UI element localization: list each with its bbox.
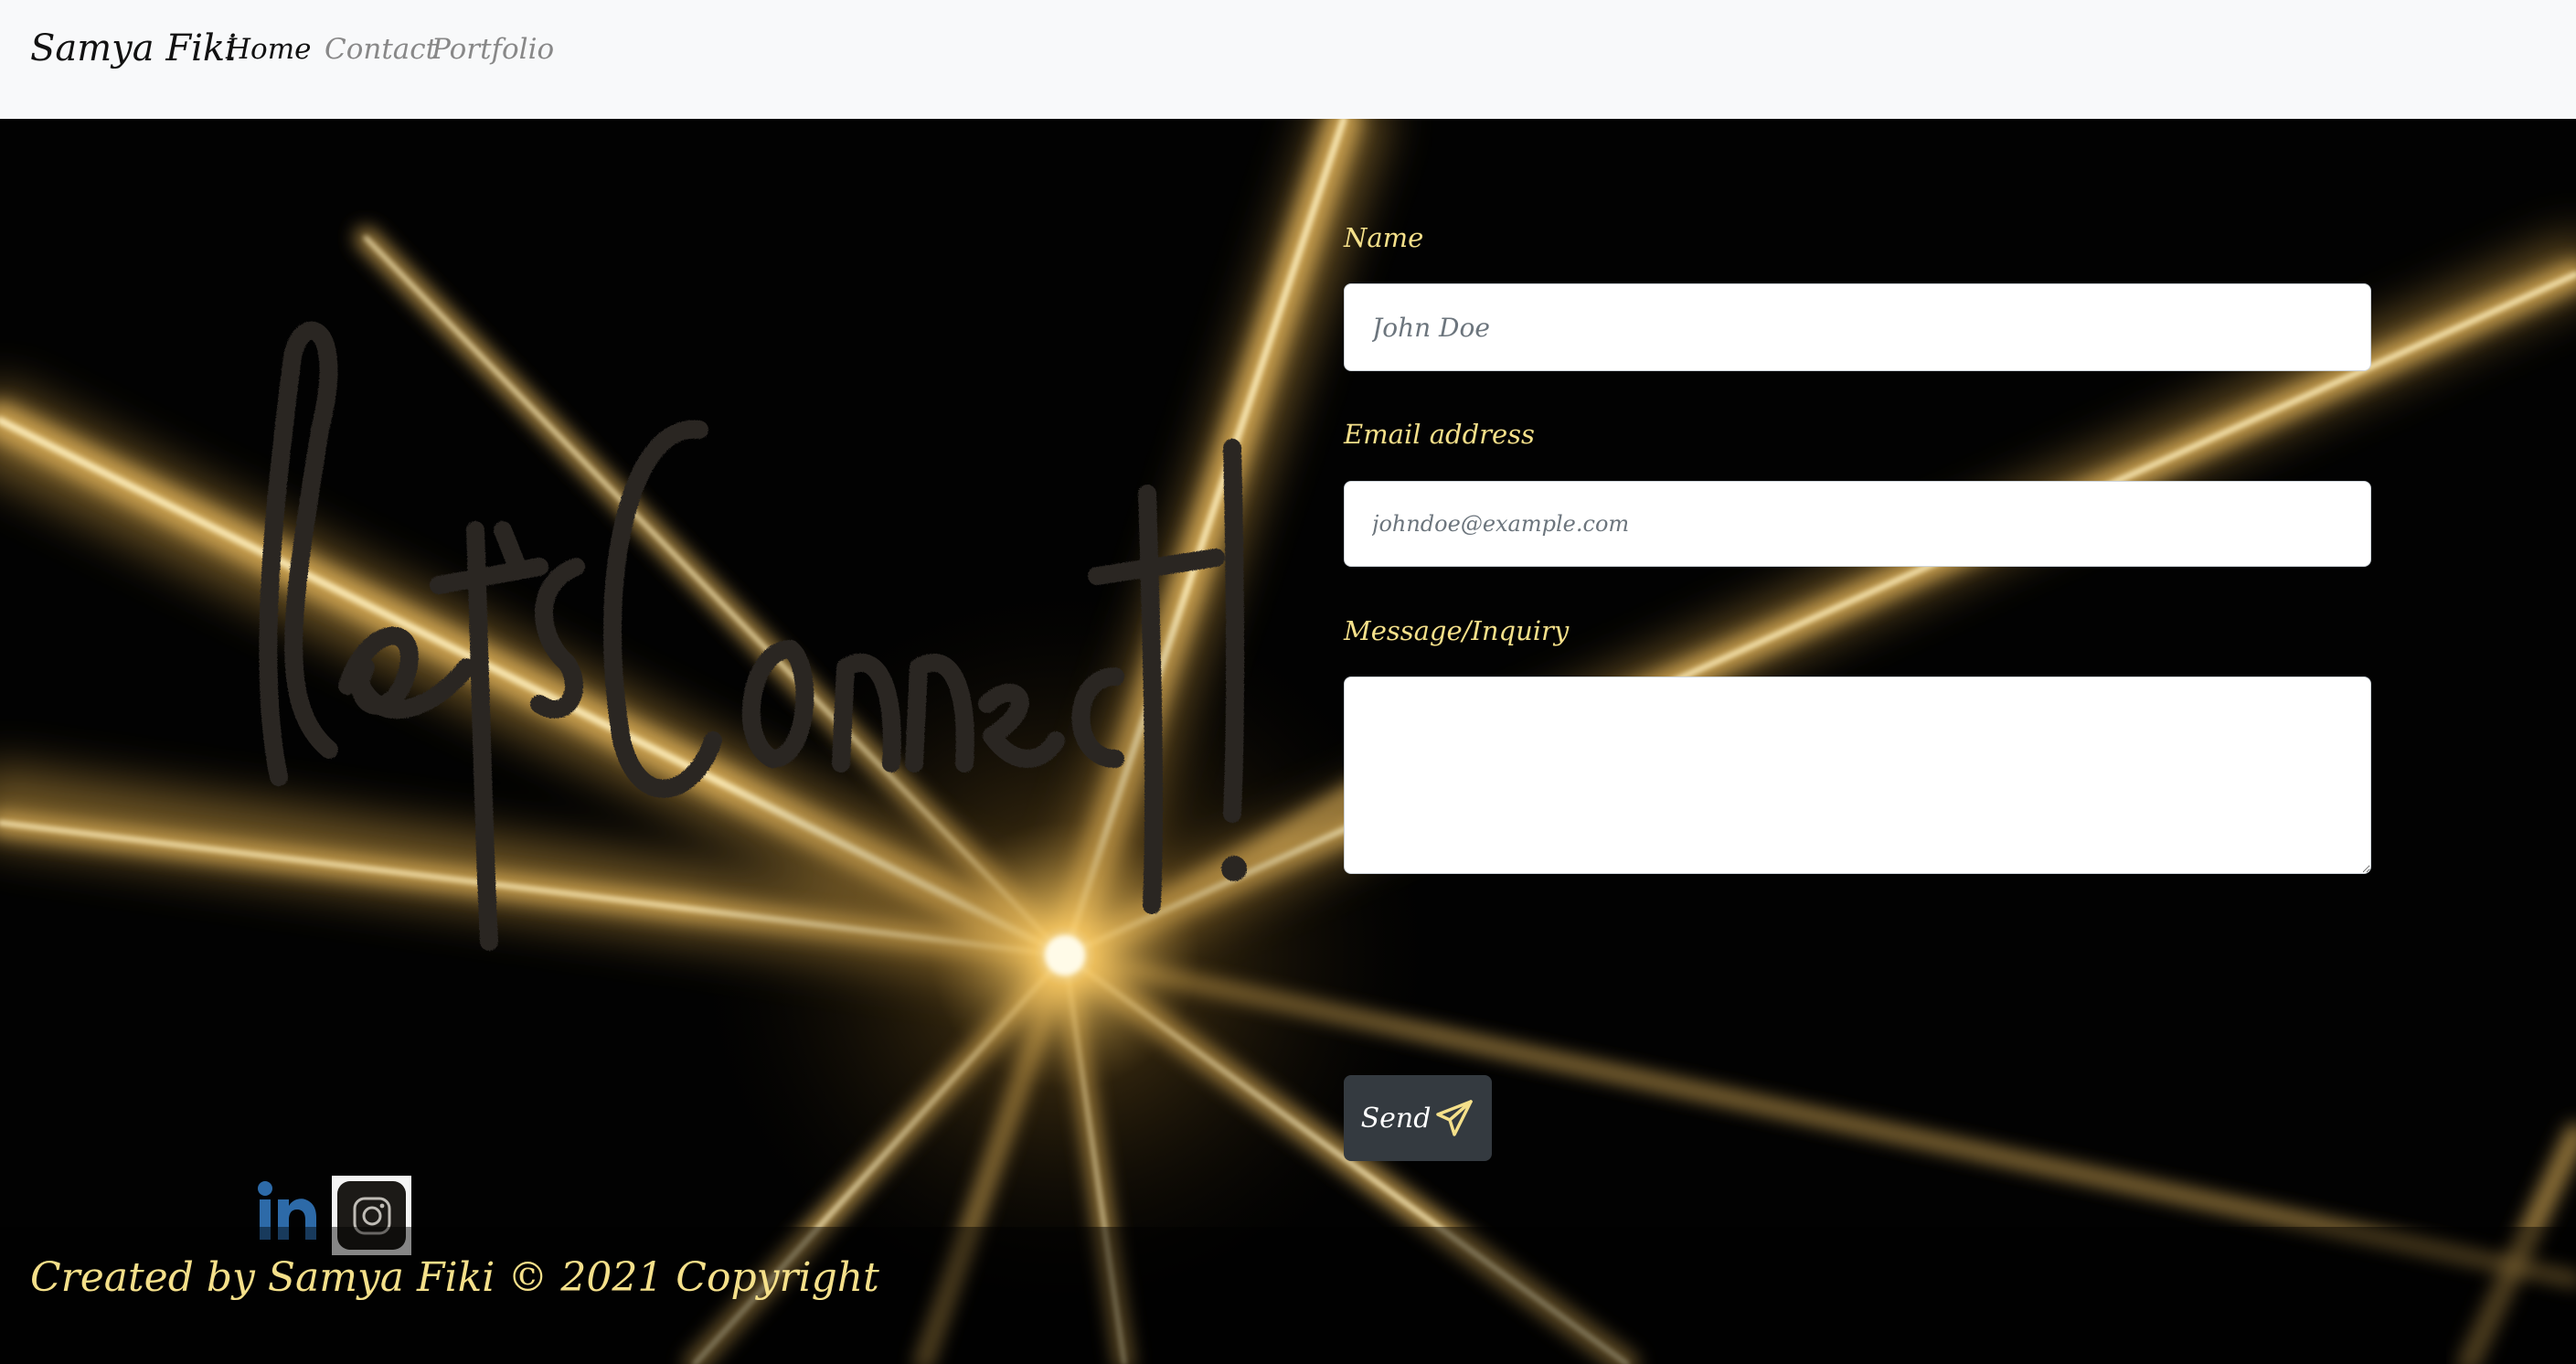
email-label: Email address [1344,419,1535,450]
name-input[interactable] [1344,283,2371,371]
nav-link-home[interactable]: Home [226,33,311,66]
name-label: Name [1344,222,1424,253]
message-textarea[interactable] [1344,677,2371,874]
navbar: Samya Fiki Home Contact Portfolio [0,0,2576,119]
send-button-label: Send [1360,1102,1432,1135]
lets-connect-script [259,321,1247,951]
nav-link-portfolio[interactable]: Portfolio [431,33,554,66]
brand-link[interactable]: Samya Fiki [30,27,237,69]
footer: Created by Samya Fiki © 2021 Copyright [0,1227,2576,1364]
nav-link-contact[interactable]: Contact [325,33,437,66]
email-input[interactable] [1344,481,2371,567]
footer-copyright: Created by Samya Fiki © 2021 Copyright [30,1254,879,1301]
send-button[interactable]: Send [1344,1075,1492,1161]
paper-plane-icon [1436,1100,1474,1136]
message-label: Message/Inquiry [1344,615,1570,646]
